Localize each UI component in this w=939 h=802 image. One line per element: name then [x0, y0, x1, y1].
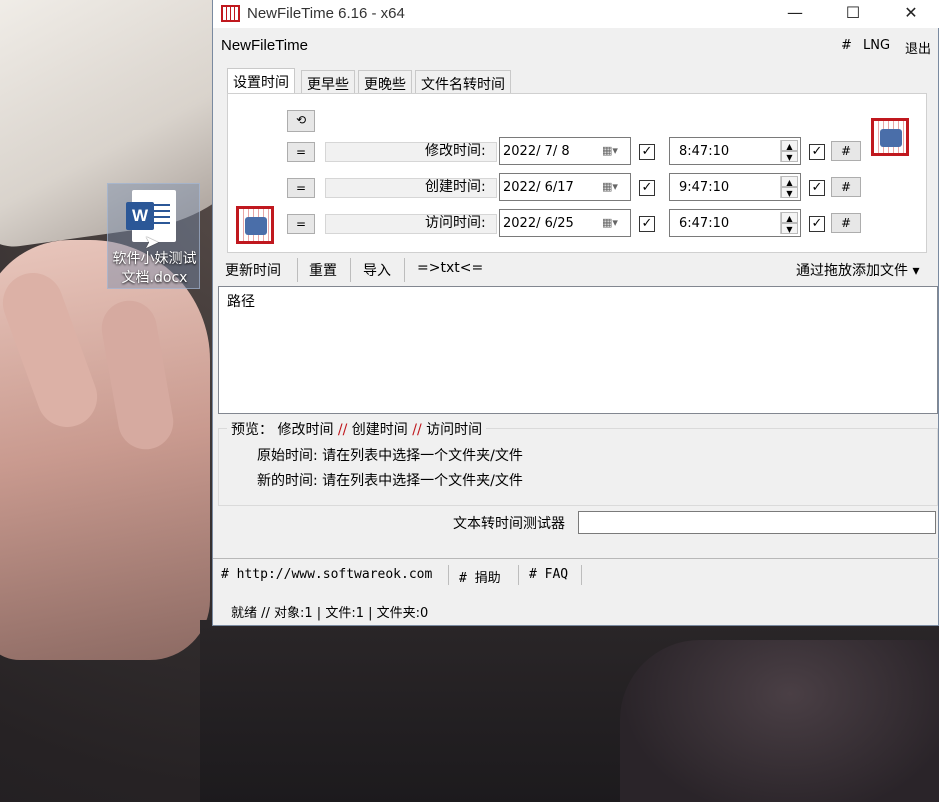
accessed-date-field[interactable]: 2022/ 6/25 ▦▾ [499, 209, 631, 237]
date-grid-icon[interactable] [871, 118, 909, 156]
toolbar-divider [350, 258, 351, 282]
modified-hash-button[interactable]: # [831, 141, 861, 161]
menu-hash[interactable]: # [841, 38, 852, 53]
status-bar: 就绪 // 对象:1 | 文件:1 | 文件夹:0 [213, 596, 939, 626]
links-bar: # http://www.softwareok.com # 捐助 # FAQ [213, 558, 939, 592]
faq-link[interactable]: # FAQ [529, 567, 568, 582]
donate-link[interactable]: # 捐助 [459, 567, 501, 586]
time-spinner[interactable]: ▲ ▼ [780, 212, 798, 234]
file-list[interactable]: 路径 [218, 286, 938, 414]
links-divider [448, 565, 449, 585]
links-divider [518, 565, 519, 585]
app-window: NewFileTime 6.16 - x64 — ☐ ✕ NewFileTime… [212, 0, 939, 626]
date-grid-icon[interactable] [236, 206, 274, 244]
created-hash-button[interactable]: # [831, 177, 861, 197]
modified-time-checkbox[interactable]: ✓ [809, 144, 825, 160]
preview-header: 预览： 修改时间 // 创建时间 // 访问时间 [227, 419, 487, 439]
accessed-time-field[interactable]: 6:47:10 ▲ ▼ [669, 209, 801, 237]
status-text: 就绪 // 对象:1 | 文件:1 | 文件夹:0 [231, 606, 429, 621]
modified-date-field[interactable]: 2022/ 7/ 8 ▦▾ [499, 137, 631, 165]
created-time-field[interactable]: 9:47:10 ▲ ▼ [669, 173, 801, 201]
desktop-file-label: 软件小妹测试 文档.docx [112, 251, 197, 286]
close-button[interactable]: ✕ [882, 0, 939, 28]
app-logo-icon [221, 5, 240, 22]
drag-add-files-dropdown[interactable]: 通过拖放添加文件 ▾ [796, 260, 919, 280]
links-divider [581, 565, 582, 585]
time-tester-label: 文本转时间测试器 [453, 516, 565, 532]
maximize-button[interactable]: ☐ [824, 0, 882, 28]
modified-date-checkbox[interactable]: ✓ [639, 144, 655, 160]
time-tester-input[interactable] [578, 511, 936, 534]
modified-time-field[interactable]: 8:47:10 ▲ ▼ [669, 137, 801, 165]
reset-button[interactable]: 重置 [309, 260, 337, 280]
equal-button-accessed[interactable]: = [287, 214, 315, 234]
window-title: NewFileTime 6.16 - x64 [247, 5, 405, 22]
menu-bar: NewFileTime # LNG 退出 [213, 32, 939, 60]
tab-earlier[interactable]: 更早些 [301, 70, 355, 94]
new-time-text: 新的时间: 请在列表中选择一个文件夹/文件 [257, 473, 523, 489]
menu-language[interactable]: LNG [863, 38, 890, 53]
accessed-date-checkbox[interactable]: ✓ [639, 216, 655, 232]
equal-button-created[interactable]: = [287, 178, 315, 198]
accessed-label: 访问时间: [425, 215, 486, 231]
tab-later[interactable]: 更晚些 [358, 70, 412, 94]
preview-created-option[interactable]: 创建时间 [352, 422, 408, 438]
tab-filename-to-time[interactable]: 文件名转时间 [415, 70, 511, 94]
created-date-checkbox[interactable]: ✓ [639, 180, 655, 196]
toolbar-divider [404, 258, 405, 282]
update-time-button[interactable]: 更新时间 [225, 260, 281, 280]
title-bar[interactable]: NewFileTime 6.16 - x64 — ☐ ✕ [213, 0, 939, 28]
original-time-text: 原始时间: 请在列表中选择一个文件夹/文件 [257, 448, 523, 464]
website-link[interactable]: # http://www.softwareok.com [221, 567, 432, 582]
preview-accessed-option[interactable]: 访问时间 [426, 422, 482, 438]
minimize-button[interactable]: — [766, 0, 824, 28]
preview-modified-option[interactable]: 修改时间 [277, 422, 333, 438]
desktop-file-icon[interactable]: W ➤ 软件小妹测试 文档.docx [107, 183, 200, 289]
modified-label: 修改时间: [425, 143, 486, 159]
wallpaper-cushion [620, 640, 939, 802]
calendar-dropdown-icon[interactable]: ▦▾ [602, 180, 624, 194]
created-date-field[interactable]: 2022/ 6/17 ▦▾ [499, 173, 631, 201]
created-label: 创建时间: [425, 179, 486, 195]
equal-button-modified[interactable]: = [287, 142, 315, 162]
time-spinner[interactable]: ▲ ▼ [780, 176, 798, 198]
accessed-hash-button[interactable]: # [831, 213, 861, 233]
calendar-dropdown-icon[interactable]: ▦▾ [602, 144, 624, 158]
menu-exit[interactable]: 退出 [905, 38, 931, 57]
created-time-checkbox[interactable]: ✓ [809, 180, 825, 196]
action-toolbar: 更新时间 重置 导入 =>txt<= 通过拖放添加文件 ▾ [213, 258, 939, 282]
toolbar-divider [297, 258, 298, 282]
path-column-header[interactable]: 路径 [227, 291, 255, 311]
import-button[interactable]: 导入 [363, 260, 391, 280]
set-time-panel: ⟲ = 修改时间: 2022/ 7/ 8 ▦▾ ✓ 8:47:10 ▲ ▼ ✓ # =… [227, 93, 927, 253]
accessed-time-checkbox[interactable]: ✓ [809, 216, 825, 232]
refresh-icon[interactable]: ⟲ [287, 110, 315, 132]
preview-group: 预览： 修改时间 // 创建时间 // 访问时间 原始时间: 请在列表中选择一个… [218, 419, 938, 506]
export-txt-button[interactable]: =>txt<= [417, 260, 483, 276]
calendar-dropdown-icon[interactable]: ▦▾ [602, 216, 624, 230]
app-name-label: NewFileTime [221, 37, 308, 54]
tab-set-time[interactable]: 设置时间 [227, 68, 295, 94]
time-spinner[interactable]: ▲ ▼ [780, 140, 798, 162]
